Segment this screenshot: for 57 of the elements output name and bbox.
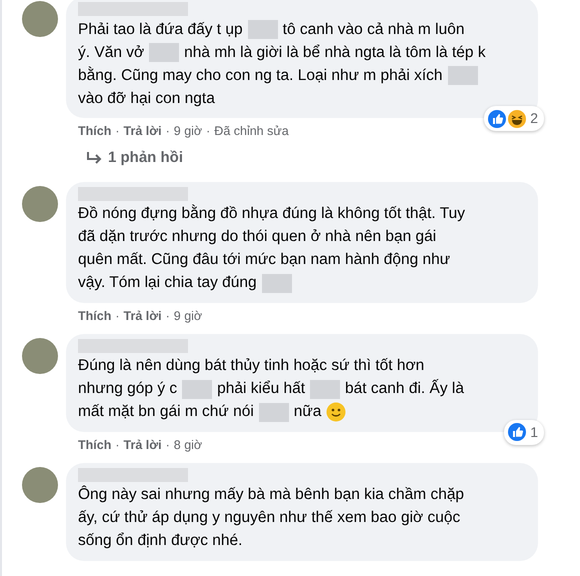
reply-link[interactable]: Trả lời [124,123,162,139]
comment-text: mất mặt bn gái m chứ nói [78,402,254,422]
separator-dot: · [115,123,120,139]
smiley-icon [326,402,346,422]
comment-text: Phải tao là đứa đấy t ụp [78,20,243,40]
comment-text: tô canh vào cả nhà m luôn [282,20,464,40]
separator-dot: · [166,123,170,139]
edited-label: Đã chỉnh sửa [214,123,289,139]
comment-text: Đồ nóng đựng bằng đồ nhựa đúng là không tốt thật. Tuy [78,204,466,224]
separator-dot: · [166,308,170,324]
redaction-block [258,402,289,422]
reaction-count: 1 [529,422,539,442]
comment-text: bát canh đi. Ấy là [345,378,464,400]
comment-text: vậy. Tóm lại chia tay đúng [78,273,257,294]
avatar-placeholder[interactable] [22,1,58,37]
reply-link[interactable]: Trả lời [124,308,162,324]
reaction-badge[interactable]: 2 [484,106,544,131]
comment-time[interactable]: 9 giờ [174,123,202,139]
like-link[interactable]: Thích [78,308,112,324]
comment-text: đã dặn trước nhưng do thói quen ở nhà nên bạn gái [78,227,436,248]
separator-dot: · [115,436,120,452]
comment-text: nhưng góp ý c [78,379,178,400]
comment-text: Đúng là nên dùng bát thủy tinh hoặc sứ thì tốt hơn [78,356,424,376]
like-link[interactable]: Thích [78,123,112,139]
avatar-placeholder[interactable] [22,466,58,502]
comment-text: ấy, cứ thử áp dụng y nguyên như thế xem bao giờ cuộc [78,508,460,528]
separator-dot: · [166,436,170,452]
separator-dot: · [115,308,120,324]
avatar-placeholder[interactable] [22,186,58,222]
view-replies-link[interactable]: 1 phản hồi [108,147,183,170]
comment-text: ý. Văn vở [78,42,144,63]
redaction-block [182,380,212,398]
reply-arrow-icon [86,151,102,166]
reply-link[interactable]: Trả lời [124,436,162,452]
redaction-block [310,380,340,398]
reaction-count: 2 [529,109,539,128]
comment-time[interactable]: 8 giờ [174,436,202,452]
redaction-block [149,43,180,62]
redaction-block [248,20,278,39]
comment-text: nhà mh là giời là bể nhà ngta là tôm là tép k [184,42,486,63]
laughing-reaction-icon [508,110,526,128]
like-reaction-icon [508,423,526,441]
avatar-placeholder[interactable] [22,338,58,374]
reaction-badge[interactable]: 1 [504,420,544,444]
comment-text: vào đỡ hại con ngta [78,88,215,109]
comment-time[interactable]: 9 giờ [174,308,202,324]
redaction-block [262,274,292,292]
comment-text: quên mất. Cũng đâu tới mức bạn nam hành động như [78,250,450,270]
comment-text: nữa [294,402,322,422]
comment-text: phải kiểu hất [217,379,306,400]
redaction-block [448,66,478,85]
separator-dot: · [206,123,210,139]
comment-text: Ông này sai nhưng mấy bà mà bênh bạn kia chầm chặp [78,484,464,506]
comment-text: sống ổn định được nhé. [78,531,242,552]
comment-text: bằng. Cũng may cho con ng ta. Loại như m phải xích [78,66,443,86]
like-reaction-icon [488,110,506,128]
like-link[interactable]: Thích [78,436,112,452]
